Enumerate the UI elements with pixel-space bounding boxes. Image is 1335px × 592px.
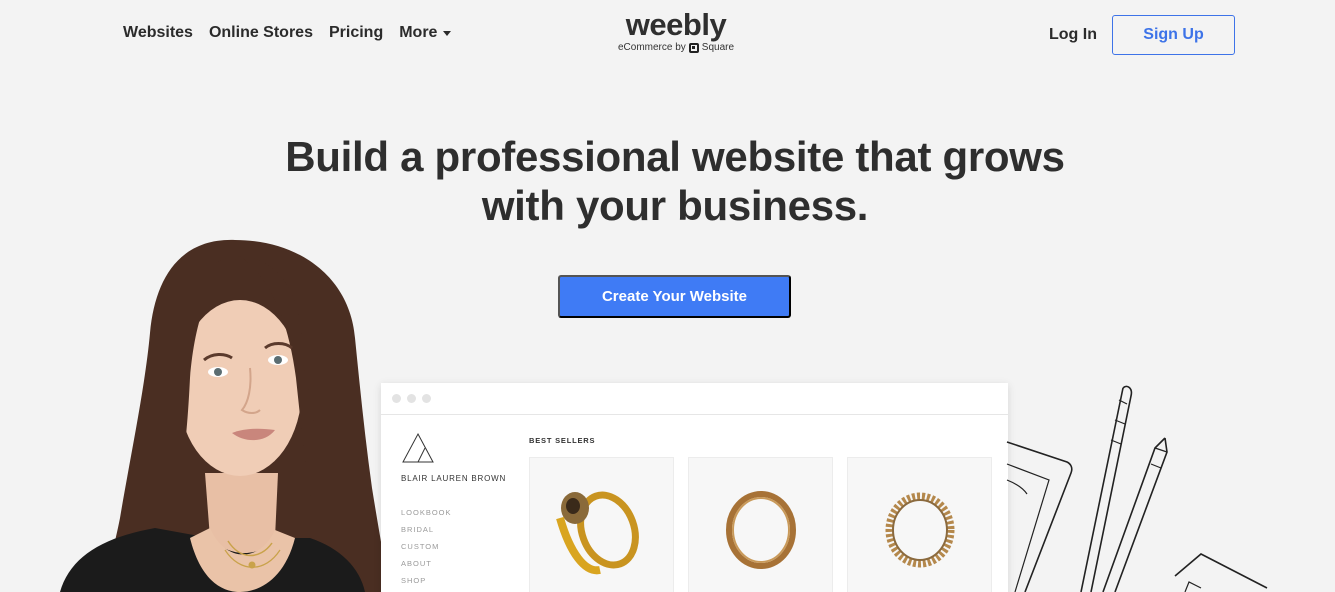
logo-tagline: eCommerce by Square — [611, 42, 741, 53]
preview-menu-item: LOOKBOOK — [401, 508, 452, 517]
nav-pricing[interactable]: Pricing — [329, 24, 383, 42]
logo-wordmark: weebly — [625, 7, 727, 42]
hero-portrait-image — [60, 239, 390, 592]
gold-ring-image — [885, 492, 955, 568]
product-card — [529, 457, 674, 592]
product-card — [688, 457, 833, 592]
window-dot-icon — [407, 394, 416, 403]
caret-down-icon — [443, 30, 452, 36]
hero-headline: Build a professional website that grows … — [0, 132, 1335, 230]
logo-tagline-prefix: eCommerce by — [617, 42, 686, 53]
preview-side-menu: LOOKBOOK BRIDAL CUSTOM ABOUT SHOP — [401, 507, 452, 592]
logo-tagline-brand: Square — [701, 42, 735, 53]
square-logo-icon — [688, 42, 699, 53]
triangle-logo-icon — [402, 432, 434, 463]
website-preview-mockup: BLAIR LAUREN BROWN LOOKBOOK BRIDAL CUSTO… — [381, 383, 1008, 592]
nav-more-label: More — [399, 24, 438, 41]
login-link[interactable]: Log In — [1049, 26, 1097, 44]
window-dot-icon — [392, 394, 401, 403]
nav-more[interactable]: More — [399, 24, 452, 42]
main-nav: Websites Online Stores Pricing More — [123, 24, 467, 42]
preview-brand-name: BLAIR LAUREN BROWN — [401, 474, 507, 483]
preview-section-title: BEST SELLERS — [529, 436, 596, 445]
hero-headline-line1: Build a professional website that grows — [285, 133, 1065, 180]
preview-menu-item: BRIDAL — [401, 525, 435, 534]
create-website-button[interactable]: Create Your Website — [558, 275, 791, 318]
page: Websites Online Stores Pricing More weeb… — [0, 0, 1335, 592]
nav-websites[interactable]: Websites — [123, 24, 193, 42]
preview-menu-item: SHOP — [401, 576, 427, 585]
signup-button[interactable]: Sign Up — [1112, 15, 1235, 55]
sketch-doodle-illustration — [1006, 385, 1268, 592]
preview-menu-item: CUSTOM — [401, 542, 440, 551]
gold-ring-image — [556, 491, 639, 575]
preview-menu-item: ABOUT — [401, 559, 432, 568]
window-dot-icon — [422, 394, 431, 403]
gold-ring-image — [726, 491, 796, 569]
browser-chrome-bar — [381, 383, 1008, 415]
hero-headline-line2: with your business. — [481, 182, 869, 229]
weebly-logo[interactable]: weebly eCommerce by Square — [611, 7, 741, 54]
nav-online-stores[interactable]: Online Stores — [209, 24, 313, 42]
product-card — [847, 457, 992, 592]
